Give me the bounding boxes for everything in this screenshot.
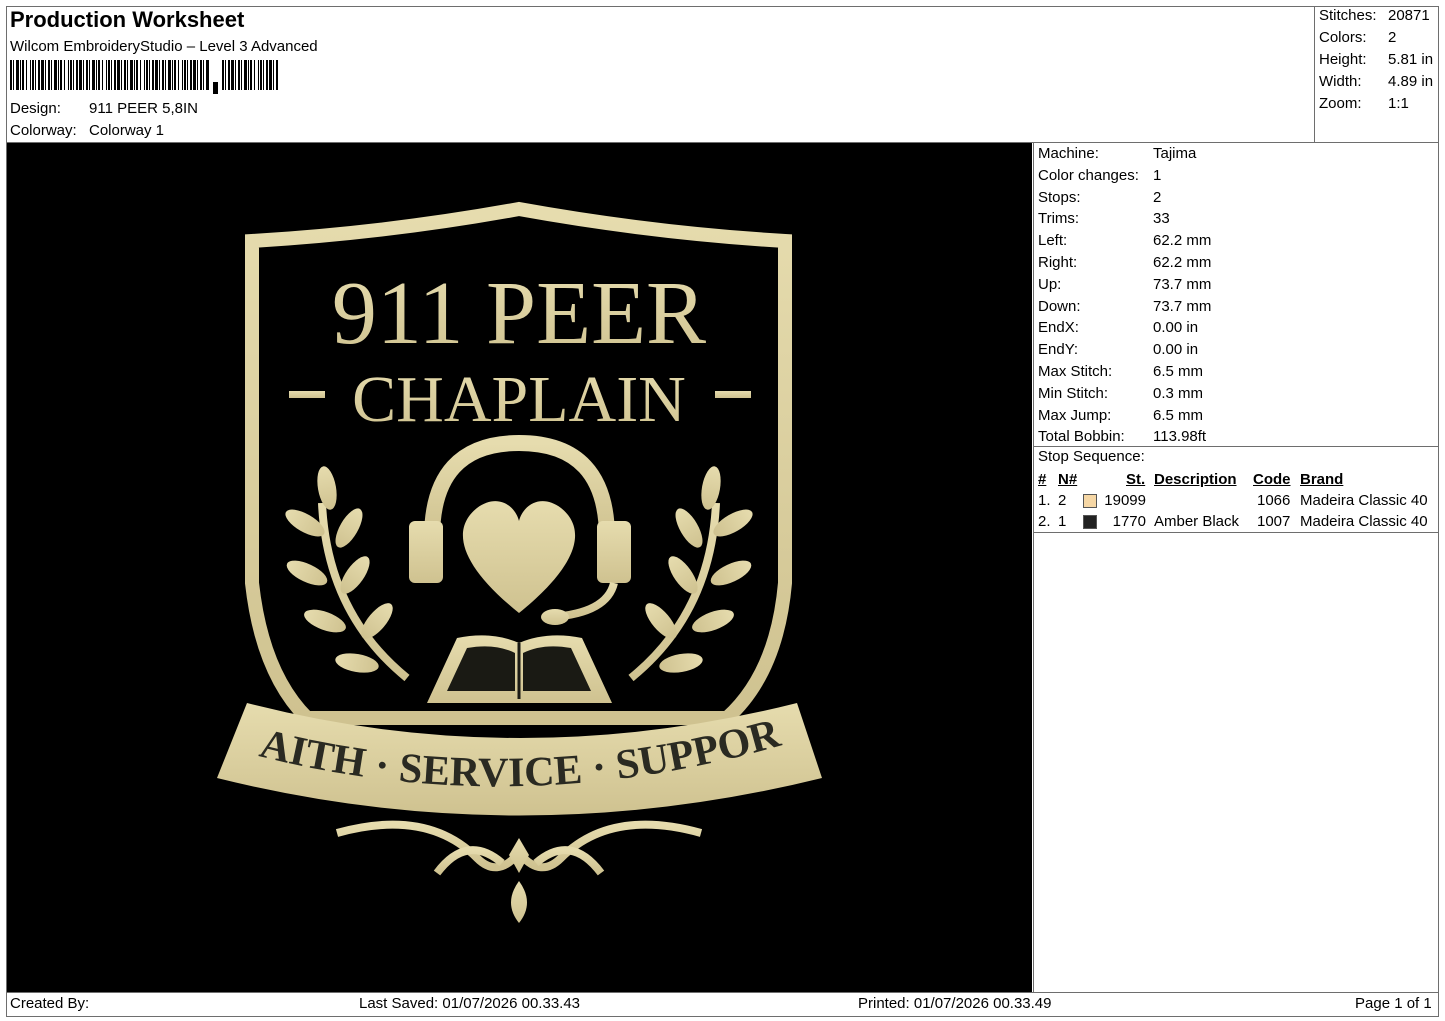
- page-number: Page 1 of 1: [1355, 995, 1432, 1012]
- stop-seq-st: 1770: [1112, 513, 1146, 530]
- machine-info-label: Max Jump:: [1038, 406, 1112, 424]
- stop-seq-n: 2: [1058, 492, 1067, 509]
- dash-right: [715, 391, 751, 398]
- info-divider: [1033, 142, 1034, 993]
- machine-info-label: Stops:: [1038, 188, 1081, 206]
- frame-right: [1438, 6, 1439, 1017]
- colorway-label: Colorway:: [10, 122, 77, 139]
- machine-info-label: EndX:: [1038, 319, 1079, 337]
- stop-seq-st: 19099: [1104, 492, 1146, 509]
- machine-info-value: 62.2 mm: [1153, 232, 1212, 250]
- ornament-point: [509, 838, 529, 873]
- stop-seq-header-description: Description: [1154, 471, 1237, 488]
- stitches-value: 20871: [1388, 7, 1430, 24]
- last-saved: Last Saved: 01/07/2026 00.33.43: [359, 995, 581, 1012]
- embroidery-design: 911 PEER CHAPLAIN AITH · SERVICE · SUPPO…: [7, 143, 822, 923]
- stop-seq-header-st: St.: [1126, 471, 1146, 488]
- stop-seq-description: Amber Black: [1154, 513, 1240, 530]
- frame-bottom: [6, 1016, 1439, 1017]
- stop-seq-code: 1007: [1257, 513, 1291, 530]
- machine-info-value: 62.2 mm: [1153, 254, 1212, 271]
- printed-date: Printed: 01/07/2026 00.33.49: [858, 995, 1052, 1012]
- machine-info-value: 73.7 mm: [1153, 275, 1212, 293]
- machine-info-value: 0.3 mm: [1153, 384, 1204, 402]
- width-label: Width:: [1319, 73, 1362, 90]
- thread-color-swatch: [1083, 490, 1097, 511]
- stop-seq-num: 1.: [1038, 492, 1051, 509]
- colors-value: 2: [1388, 29, 1397, 46]
- machine-info-value: Tajima: [1153, 145, 1197, 162]
- heart-icon: [462, 501, 576, 613]
- machine-info-label: Total Bobbin:: [1038, 428, 1125, 446]
- colorway-value: Colorway 1: [89, 122, 165, 139]
- stop-seq-header-code: Code: [1253, 471, 1291, 488]
- created-by: Created By:: [10, 995, 90, 1012]
- design-label: Design:: [10, 100, 61, 117]
- machine-info-value: 0.00 in: [1153, 341, 1199, 359]
- machine-info-value: 113.98ft: [1153, 428, 1207, 446]
- design-value: 911 PEER 5,8IN: [89, 100, 198, 117]
- stop-seq-end: [1033, 532, 1439, 533]
- earcup-right: [597, 521, 631, 583]
- machine-info-label: Machine:: [1038, 145, 1099, 162]
- machine-info-label: EndY:: [1038, 341, 1079, 359]
- colors-label: Colors:: [1319, 29, 1367, 46]
- machine-info-value: 0.00 in: [1153, 319, 1199, 337]
- machine-info-label: Down:: [1038, 297, 1081, 315]
- machine-info-label: Up:: [1038, 275, 1062, 293]
- stop-seq-brand: Madeira Classic 40: [1300, 513, 1428, 530]
- banner-text: FAITH · SERVICE · SUPPORT: [7, 143, 786, 796]
- footer-divider: [6, 992, 1439, 993]
- machine-info-value: 2: [1153, 188, 1162, 206]
- stop-seq-header-brand: Brand: [1300, 471, 1344, 488]
- zoom-value: 1:1: [1388, 95, 1409, 112]
- stop-seq-header-n: N#: [1058, 471, 1078, 488]
- zoom-label: Zoom:: [1319, 95, 1362, 112]
- stop-seq-header-num: #: [1038, 471, 1047, 488]
- summary-divider: [1314, 6, 1315, 143]
- machine-info-label: Max Stitch:: [1038, 363, 1113, 380]
- laurel-left: [285, 466, 410, 682]
- stop-seq-code: 1066: [1257, 492, 1291, 509]
- width-value: 4.89 in: [1388, 73, 1434, 90]
- height-value: 5.81 in: [1388, 51, 1434, 68]
- dash-left: [289, 391, 325, 398]
- machine-info-value: 1: [1153, 166, 1162, 184]
- machine-info-value: 33: [1153, 210, 1170, 228]
- design-preview: 911 PEER CHAPLAIN AITH · SERVICE · SUPPO…: [7, 143, 1032, 992]
- machine-info-value: 6.5 mm: [1153, 363, 1204, 380]
- machine-info-label: Min Stitch:: [1038, 384, 1109, 402]
- stop-seq-brand: Madeira Classic 40: [1300, 492, 1428, 509]
- stop-sequence-title: Stop Sequence:: [1038, 448, 1145, 465]
- laurel-right: [628, 466, 753, 682]
- earcup-left: [409, 521, 443, 583]
- machine-info-label: Right:: [1038, 254, 1078, 271]
- stop-seq-num: 2.: [1038, 513, 1051, 530]
- machine-info-label: Color changes:: [1038, 166, 1139, 184]
- machine-info-value: 73.7 mm: [1153, 297, 1212, 315]
- design-line2: CHAPLAIN: [352, 363, 686, 436]
- machine-info-label: Left:: [1038, 232, 1068, 250]
- height-label: Height:: [1319, 51, 1367, 68]
- machine-info-value: 6.5 mm: [1153, 406, 1204, 424]
- design-line1: 911 PEER: [332, 264, 706, 363]
- ornament-drop: [511, 881, 527, 923]
- page-title: Production Worksheet: [10, 7, 245, 32]
- software-name: Wilcom EmbroideryStudio – Level 3 Advanc…: [10, 38, 318, 55]
- stop-seq-n: 1: [1058, 513, 1067, 530]
- machine-info-label: Trims:: [1038, 210, 1080, 228]
- thread-color-swatch: [1083, 511, 1097, 532]
- barcode: [10, 60, 278, 94]
- mic: [541, 609, 569, 625]
- stitches-label: Stitches:: [1319, 7, 1377, 24]
